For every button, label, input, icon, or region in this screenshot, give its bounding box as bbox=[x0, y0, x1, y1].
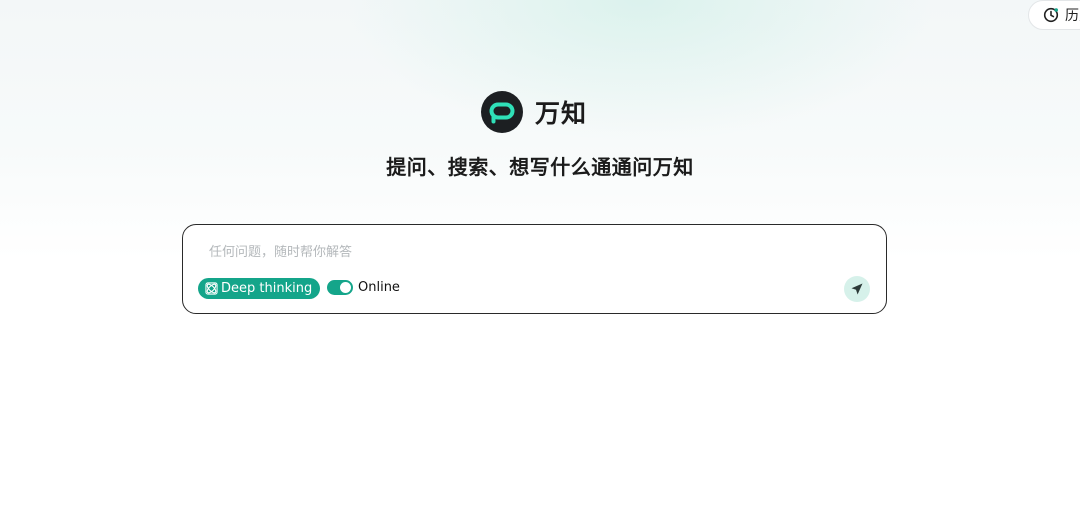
online-switch[interactable] bbox=[327, 280, 353, 295]
history-button[interactable]: 历史 bbox=[1028, 0, 1080, 30]
clock-icon bbox=[1043, 7, 1059, 23]
brand-name: 万知 bbox=[535, 99, 588, 128]
prompt-box: Deep thinking Online bbox=[182, 224, 887, 314]
history-label: 历史 bbox=[1065, 8, 1080, 24]
online-label: Online bbox=[358, 280, 400, 295]
switch-knob bbox=[340, 282, 351, 293]
send-icon bbox=[850, 282, 864, 296]
wanzhi-logo-icon bbox=[481, 91, 523, 133]
brand: 万知 bbox=[481, 91, 587, 133]
deep-thinking-label: Deep thinking bbox=[221, 281, 313, 296]
prompt-input[interactable] bbox=[207, 239, 811, 265]
deep-thinking-button[interactable]: Deep thinking bbox=[198, 278, 321, 299]
atom-icon bbox=[205, 282, 218, 295]
tagline: 提问、搜索、想写什么通通问万知 bbox=[386, 155, 694, 179]
send-button[interactable] bbox=[844, 276, 870, 302]
online-toggle[interactable]: Online bbox=[327, 280, 400, 295]
